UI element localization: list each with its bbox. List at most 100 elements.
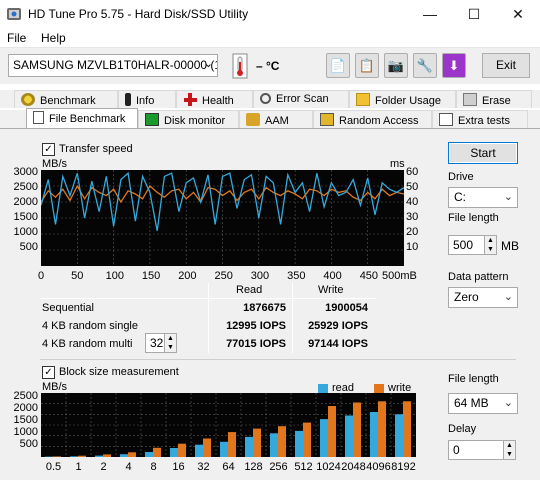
result-label: 4 KB random single <box>42 320 138 332</box>
file-length-input[interactable]: 500 <box>448 235 485 255</box>
bar-write <box>103 454 111 457</box>
bar-write <box>328 406 336 457</box>
menu-file[interactable]: File <box>7 31 26 45</box>
result-label: 4 KB random multi <box>42 338 133 350</box>
window-title: HD Tune Pro 5.75 - Hard Disk/SSD Utility <box>28 7 249 21</box>
table-icon <box>439 113 453 126</box>
x-tick-label: 250 <box>214 270 233 282</box>
magnifier-icon <box>260 93 271 104</box>
thermometer-icon <box>232 53 248 79</box>
block-size-label: Block size measurement <box>59 366 179 378</box>
result-write-value: 97144 IOPS <box>308 338 368 350</box>
tab-benchmark[interactable]: Benchmark <box>14 90 118 108</box>
queue-depth-input[interactable]: 32 <box>145 333 165 353</box>
bar-read <box>145 452 153 457</box>
delay-input[interactable]: 0 <box>448 440 504 460</box>
x-tick-label: 0 <box>37 270 45 282</box>
save-button[interactable]: ⬇ <box>442 53 466 78</box>
options-button[interactable]: 🔧 <box>413 53 437 78</box>
bar-read <box>270 433 278 457</box>
queue-depth-spinner[interactable]: ▲ ▼ <box>164 333 177 353</box>
bar-read <box>195 444 203 457</box>
tab-erase[interactable]: Erase <box>456 90 532 108</box>
start-button[interactable]: Start <box>448 142 518 164</box>
bar-write <box>78 455 86 457</box>
menu-bar: File Help <box>0 28 540 48</box>
drive-dropdown[interactable]: SAMSUNG MZVLB1T0HALR-00000 (1024 ⌄ <box>8 54 218 77</box>
transfer-left-unit: MB/s <box>42 158 68 170</box>
tab-health[interactable]: Health <box>176 90 253 108</box>
eraser-icon <box>463 93 477 106</box>
y2-tick-label: 60 <box>406 166 419 178</box>
bar-read <box>320 419 328 457</box>
chevron-down-icon: ⌄ <box>203 58 213 70</box>
x-tick-label: 450 <box>359 270 379 282</box>
tab-random-access[interactable]: Random Access <box>313 110 432 128</box>
delay-label: Delay <box>448 423 477 435</box>
file-length-label: File length <box>448 212 499 224</box>
drive-select-value: C: <box>454 190 466 204</box>
menu-help[interactable]: Help <box>41 31 66 45</box>
exit-button[interactable]: Exit <box>482 53 530 78</box>
transfer-speed-checkbox[interactable]: ✓ <box>42 143 55 156</box>
tab-error-scan[interactable]: Error Scan <box>253 90 349 108</box>
table-divider <box>292 283 293 353</box>
close-button[interactable]: ✕ <box>496 0 540 28</box>
block-y-tick: 2000 <box>13 402 38 414</box>
file-length-spinner[interactable]: ▲ ▼ <box>484 235 497 255</box>
column-header-write: Write <box>318 284 344 296</box>
block-x-tick-label: 256 <box>269 461 288 473</box>
block-x-tick-label: 16 <box>172 461 185 473</box>
tab-info[interactable]: Info <box>118 90 176 108</box>
block-unit: MB/s <box>42 381 68 393</box>
block-x-axis: 0.5 1 2 4 8 16 32 64 128 256 512 1024 2048 4096 8192 <box>41 461 416 475</box>
bar-write <box>378 401 386 457</box>
copy-info-button[interactable]: 📋 <box>355 53 379 78</box>
monitor-graph-icon <box>145 113 159 126</box>
block-x-tick-label: 128 <box>244 461 263 473</box>
block-x-tick-label: 8192 <box>391 461 416 473</box>
transfer-x-axis: 0 50 100 150 200 250 300 350 400 450 500mB <box>38 270 417 284</box>
y-tick-label: 1000 <box>13 226 38 238</box>
bar-read <box>395 414 403 457</box>
drive-select[interactable]: C: ⌄ <box>448 187 518 208</box>
delay-spinner[interactable]: ▲ ▼ <box>503 440 516 460</box>
screenshot-button[interactable]: 📷 <box>384 53 408 78</box>
bar-read <box>120 454 128 457</box>
tab-extra-tests[interactable]: Extra tests <box>432 110 528 128</box>
info-icon <box>125 93 131 106</box>
minimize-button[interactable]: — <box>408 0 452 28</box>
x-tick-label: 500mB <box>382 270 417 282</box>
block-file-length-select[interactable]: 64 MB ⌄ <box>448 393 518 414</box>
tab-row-bottom: File Benchmark Disk monitor AAM Random A… <box>0 108 540 128</box>
bar-read <box>70 456 78 457</box>
bar-write <box>303 422 311 457</box>
drive-label: Drive <box>448 171 474 183</box>
download-arrow-icon: ⬇ <box>448 58 460 73</box>
block-size-checkbox[interactable]: ✓ <box>42 366 55 379</box>
tab-file-benchmark[interactable]: File Benchmark <box>26 108 138 128</box>
x-tick-label: 200 <box>178 270 197 282</box>
bar-read <box>345 415 353 457</box>
red-cross-icon <box>183 93 197 106</box>
block-x-tick-label: 8 <box>150 461 157 473</box>
y2-tick-label: 20 <box>406 226 419 238</box>
tab-disk-monitor[interactable]: Disk monitor <box>138 110 239 128</box>
data-pattern-select[interactable]: Zero ⌄ <box>448 287 518 308</box>
bar-read <box>295 430 303 457</box>
bar-write <box>53 456 61 457</box>
y-tick-label: 500 <box>19 241 38 253</box>
toolbar: SAMSUNG MZVLB1T0HALR-00000 (1024 ⌄ – °C … <box>0 48 540 84</box>
benchmark-icon <box>21 93 35 106</box>
chevron-down-icon: ⌄ <box>503 397 513 409</box>
copy-text-button[interactable]: 📄 <box>326 53 350 78</box>
block-y-tick: 1000 <box>13 426 38 438</box>
x-tick-label: 350 <box>287 270 306 282</box>
result-write-value: 1900054 <box>325 302 368 314</box>
transfer-speed-chart <box>41 170 404 266</box>
bar-read <box>220 441 228 457</box>
tab-aam[interactable]: AAM <box>239 110 313 128</box>
data-pattern-value: Zero <box>454 290 479 304</box>
maximize-button[interactable]: ☐ <box>452 0 496 28</box>
tab-folder-usage[interactable]: Folder Usage <box>349 90 456 108</box>
